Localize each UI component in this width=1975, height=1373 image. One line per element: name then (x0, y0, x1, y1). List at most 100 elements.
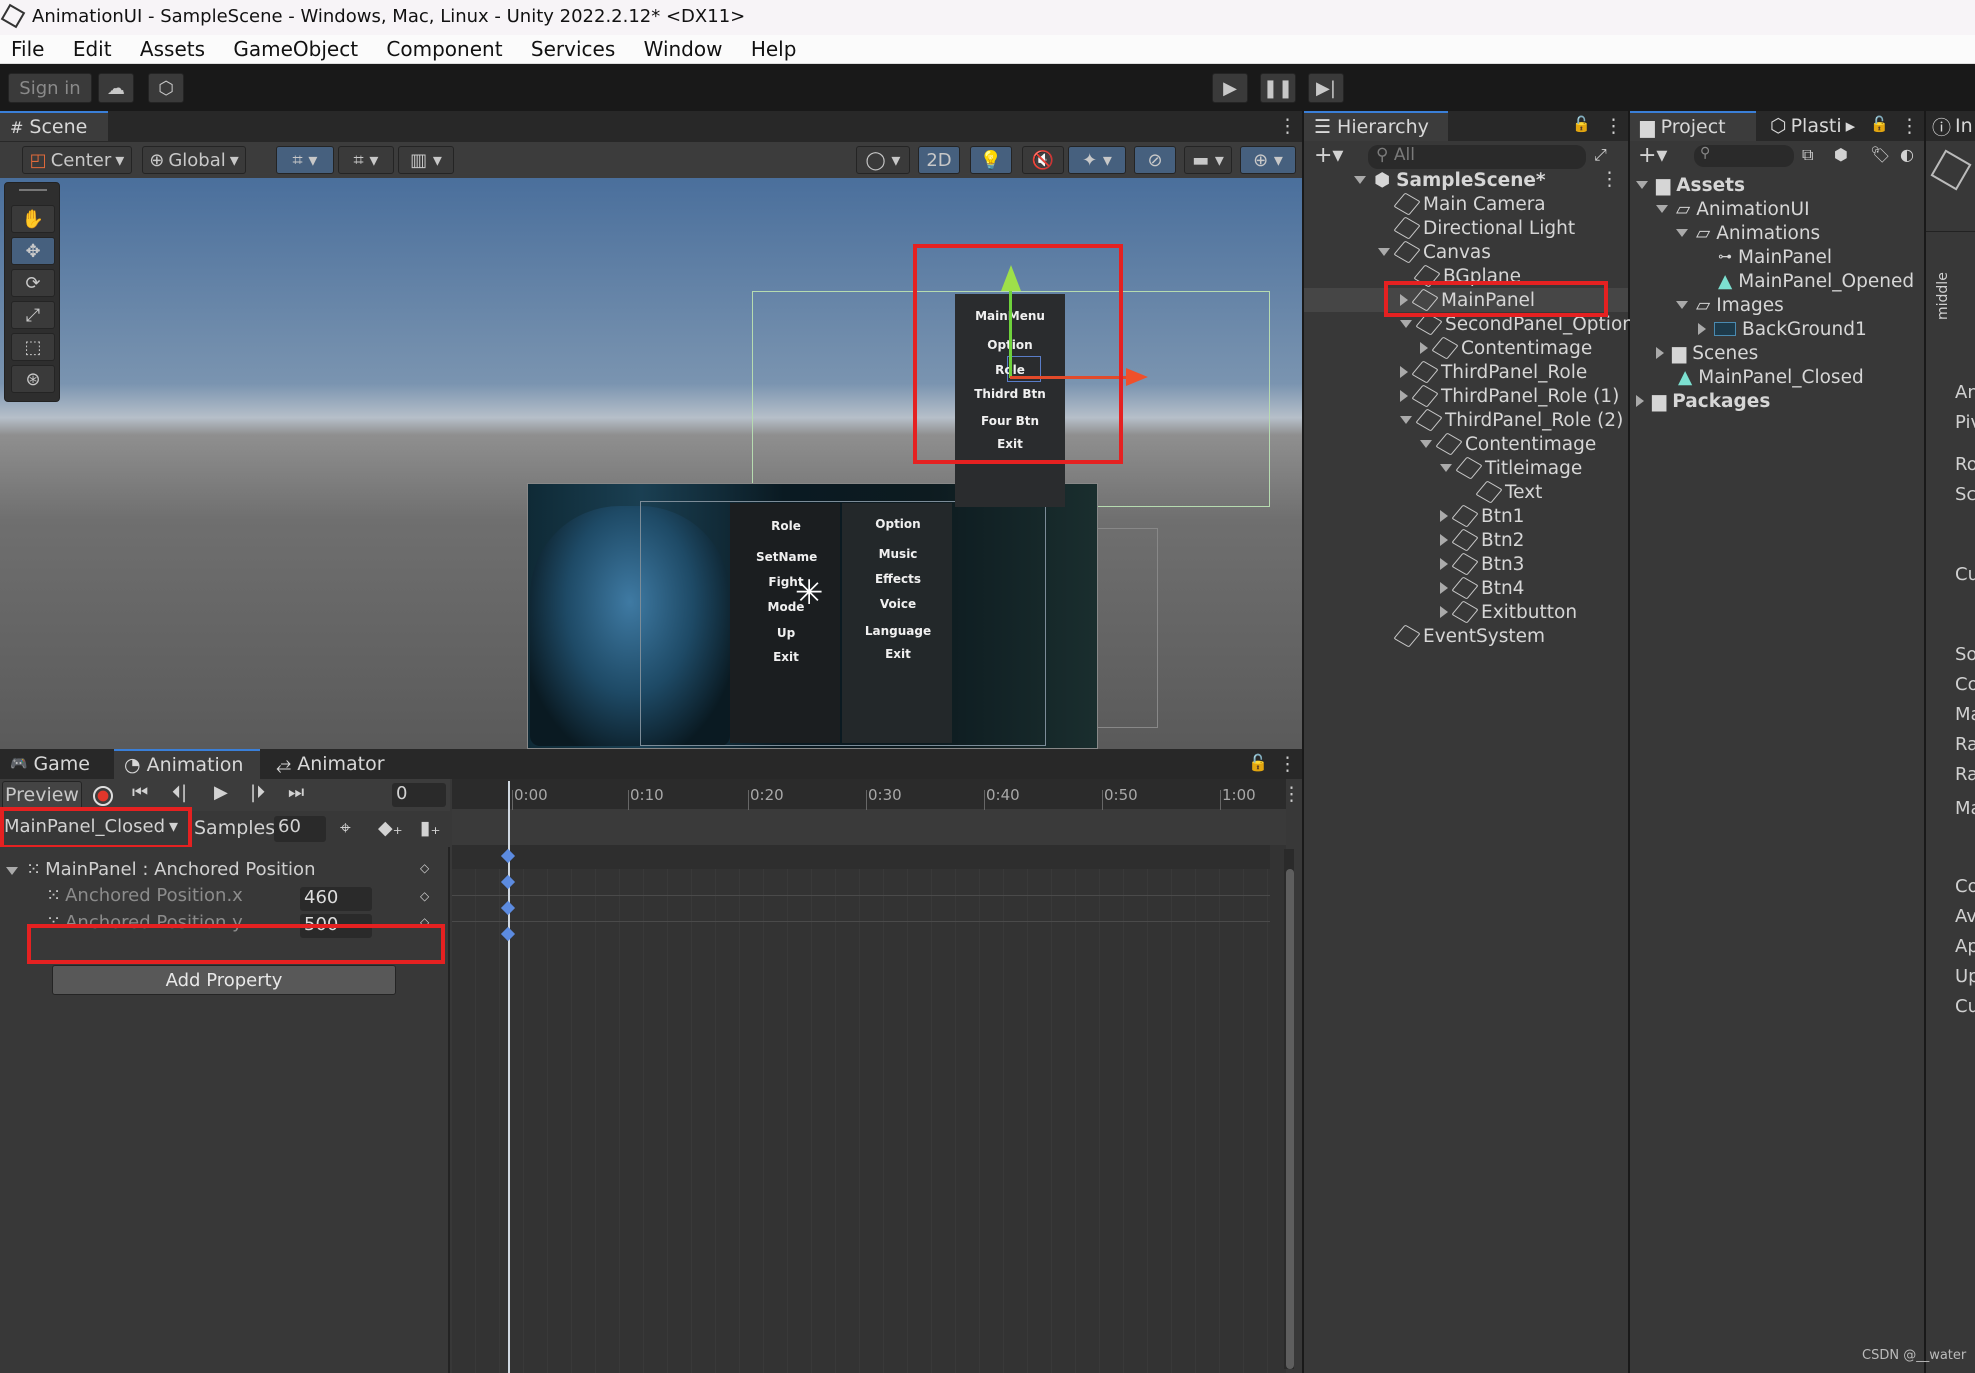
project-assets[interactable]: ▆ Assets (1636, 173, 1745, 197)
lighting-icon[interactable]: 💡 (970, 146, 1012, 174)
collapse-icon[interactable] (1440, 534, 1448, 546)
space-dropdown[interactable]: ⊕ Global ▾ (142, 146, 246, 174)
add-property-button[interactable]: Add Property (52, 965, 396, 995)
tree-btn4[interactable]: Btn4 (1440, 576, 1524, 600)
audio-icon[interactable]: 🔇 (1022, 146, 1064, 174)
collapse-icon[interactable] (1420, 342, 1428, 354)
scene-more-icon[interactable]: ⋮ (1278, 115, 1297, 137)
menu-exit-1[interactable]: Exit (756, 650, 816, 664)
tree-contentimage-2[interactable]: Contentimage (1420, 432, 1596, 456)
shading-dropdown[interactable]: ◯ ▾ (856, 146, 910, 174)
hierarchy-add-button[interactable]: +▾ (1314, 143, 1343, 168)
tab-game[interactable]: 🎮 Game (0, 749, 100, 779)
collapse-icon[interactable] (1400, 366, 1408, 378)
project-packages[interactable]: ▆ Packages (1636, 389, 1770, 413)
lock-icon[interactable]: 🔓 (1870, 115, 1889, 133)
tab-animation[interactable]: ◔ Animation (114, 749, 260, 779)
tree-eventsystem[interactable]: EventSystem (1393, 624, 1545, 648)
property-group[interactable]: ⁙ MainPanel : Anchored Position (6, 859, 446, 883)
visibility-icon[interactable]: ⊘ (1134, 146, 1176, 174)
property-x-field[interactable]: 460 (300, 887, 372, 911)
scene-viewport[interactable]: ✋ ✥ ⟳ ⤢ ⬚ ⊛ Role SetName Fight Mode Up E… (0, 178, 1302, 749)
tree-btn2[interactable]: Btn2 (1440, 528, 1524, 552)
menu-window[interactable]: Window (644, 37, 723, 61)
tree-btn1[interactable]: Btn1 (1440, 504, 1524, 528)
project-animations[interactable]: ▱ Animations (1676, 221, 1820, 245)
scene-more-icon[interactable]: ⋮ (1600, 168, 1619, 190)
property-row-x[interactable]: ⁙ Anchored Position.x (46, 885, 446, 911)
project-more-icon[interactable]: ⋮ (1900, 115, 1919, 137)
expand-icon[interactable] (1378, 248, 1390, 256)
tree-directional-light[interactable]: Directional Light (1393, 216, 1575, 240)
tab-plastic[interactable]: ⬡ Plasti ▸ (1760, 111, 1865, 141)
grid-snap-button[interactable]: ⌗ ▾ (276, 146, 334, 174)
project-mainpanel-controller[interactable]: ⊶ MainPanel (1718, 245, 1832, 269)
play-anim-button[interactable]: ▶ (214, 782, 228, 803)
menu-help[interactable]: Help (751, 37, 797, 61)
diamond-icon[interactable]: ◇ (420, 861, 429, 875)
tab-scene[interactable]: # Scene (0, 111, 108, 141)
lock-icon[interactable]: 🔓 (1572, 115, 1591, 133)
menu-gameobject[interactable]: GameObject (233, 37, 358, 61)
move-tool-icon[interactable]: ✥ (11, 237, 55, 265)
type-filter-icon[interactable]: ⬢ (1834, 145, 1848, 164)
play-button[interactable]: ▶ (1212, 73, 1248, 103)
collab-icon[interactable]: ⬡ (148, 73, 184, 103)
tree-titleimage[interactable]: Titleimage (1440, 456, 1582, 480)
add-event-icon[interactable]: ▮₊ (420, 817, 440, 839)
menu-assets[interactable]: Assets (140, 37, 205, 61)
tree-scene[interactable]: ⬢ SampleScene* (1354, 168, 1546, 192)
tab-inspector[interactable]: ⓘ In (1926, 111, 1975, 141)
samples-field[interactable]: 60 (274, 816, 326, 842)
timeline-more-icon[interactable]: ⋮ (1282, 783, 1301, 805)
project-images[interactable]: ▱ Images (1676, 293, 1784, 317)
expand-icon[interactable] (1400, 416, 1412, 424)
collapse-icon[interactable] (1636, 395, 1644, 407)
project-mainpanel-closed[interactable]: ▲ MainPanel_Closed (1678, 365, 1864, 389)
expand-icon[interactable] (6, 867, 18, 875)
cloud-icon[interactable]: ☁ (98, 73, 134, 103)
menu-file[interactable]: File (11, 37, 44, 61)
menu-option[interactable]: Option (858, 517, 938, 531)
tree-thirdpanel-role[interactable]: ThirdPanel_Role (1400, 360, 1587, 384)
first-key-button[interactable]: ⏮ (132, 782, 148, 803)
menu-exit-2[interactable]: Exit (858, 647, 938, 661)
collapse-icon[interactable] (1400, 390, 1408, 402)
tab-hierarchy[interactable]: ☰ Hierarchy (1304, 111, 1448, 141)
star-icon[interactable]: ◐ (1900, 145, 1914, 164)
collapse-icon[interactable] (1440, 606, 1448, 618)
frame-field[interactable]: 0 (392, 783, 446, 807)
anim-more-icon[interactable]: ⋮ (1278, 753, 1297, 775)
last-key-button[interactable]: ⏭ (288, 782, 304, 803)
collapse-icon[interactable] (1440, 558, 1448, 570)
diamond-icon[interactable]: ◇ (420, 889, 429, 903)
pause-button[interactable]: ❚❚ (1260, 73, 1296, 103)
tree-btn3[interactable]: Btn3 (1440, 552, 1524, 576)
x-arrow-icon[interactable] (1126, 368, 1148, 386)
hand-tool-icon[interactable]: ✋ (11, 205, 55, 233)
menu-language[interactable]: Language (858, 624, 938, 638)
filter-icon[interactable]: ⧉ (1802, 145, 1813, 165)
tree-exitbutton[interactable]: Exitbutton (1440, 600, 1577, 624)
menu-component[interactable]: Component (386, 37, 502, 61)
record-button[interactable] (93, 786, 113, 806)
label-filter-icon[interactable]: 🏷 (1870, 145, 1890, 164)
tree-main-camera[interactable]: Main Camera (1393, 192, 1546, 216)
toggle-2d-button[interactable]: 2D (918, 146, 960, 174)
menu-up[interactable]: Up (756, 626, 816, 640)
next-key-button[interactable]: |⏵ (250, 782, 265, 803)
transform-tool-icon[interactable]: ⊛ (11, 365, 55, 393)
effects-dropdown[interactable]: ✦ ▾ (1068, 146, 1126, 174)
expand-icon[interactable] (1420, 440, 1432, 448)
menu-edit[interactable]: Edit (73, 37, 112, 61)
project-animationui[interactable]: ▱ AnimationUI (1656, 197, 1810, 221)
expand-icon[interactable] (1676, 301, 1688, 309)
tree-contentimage-1[interactable]: Contentimage (1420, 336, 1592, 360)
expand-icon[interactable] (1676, 229, 1688, 237)
collapse-icon[interactable] (1440, 510, 1448, 522)
scale-tool-icon[interactable]: ⤢ (11, 301, 55, 329)
increment-snap-button[interactable]: ⌗ ▾ (338, 146, 394, 174)
pivot-dropdown[interactable]: ◰ Center ▾ (22, 146, 132, 174)
project-background1[interactable]: BackGround1 (1698, 317, 1867, 341)
project-search[interactable]: ⚲ (1694, 145, 1794, 167)
